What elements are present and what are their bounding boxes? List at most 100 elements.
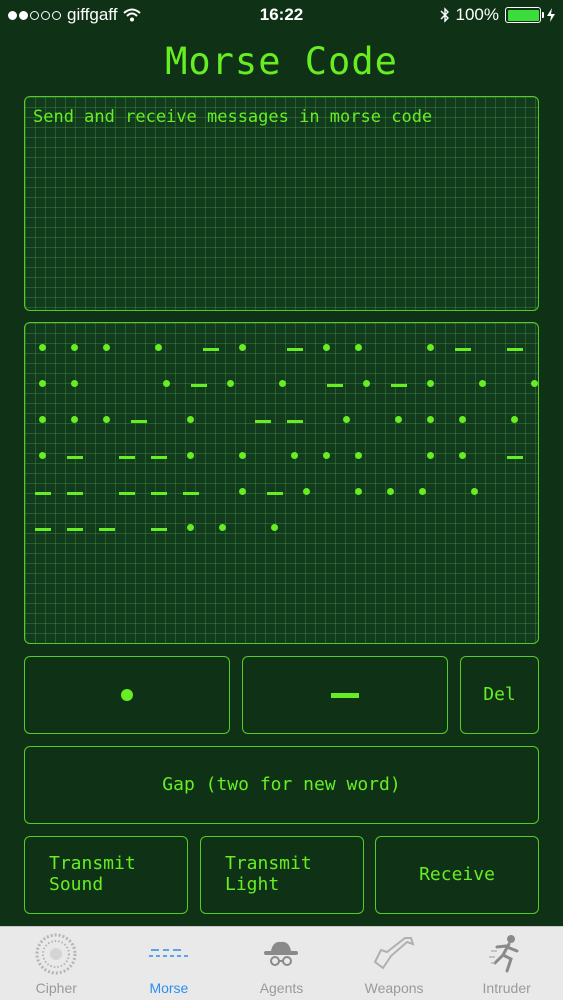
morse-dash — [131, 420, 147, 423]
dash-glyph-icon — [331, 692, 359, 698]
tab-label-intruder: Intruder — [482, 980, 531, 996]
morse-dot — [471, 488, 478, 495]
status-bar: giffgaff 16:22 100% — [0, 0, 563, 32]
morse-dot — [355, 488, 362, 495]
morse-dot — [71, 416, 78, 423]
status-right: 100% — [440, 5, 555, 25]
dot-glyph-icon — [121, 689, 133, 701]
morse-dot — [427, 416, 434, 423]
morse-dot — [303, 488, 310, 495]
morse-dash — [99, 528, 115, 531]
morse-dash — [67, 528, 83, 531]
tab-label-weapons: Weapons — [364, 980, 424, 996]
morse-dot — [187, 452, 194, 459]
spy-hat-icon — [258, 933, 304, 975]
morse-dot — [271, 524, 278, 531]
tab-weapons[interactable]: Weapons — [338, 927, 451, 1000]
tab-label-cipher: Cipher — [35, 980, 77, 996]
morse-dot — [459, 416, 466, 423]
morse-dot — [363, 380, 370, 387]
morse-dash — [119, 456, 135, 459]
morse-dash — [67, 492, 83, 495]
morse-dot — [71, 380, 78, 387]
morse-dot — [511, 416, 518, 423]
tab-label-morse: Morse — [149, 980, 189, 996]
delete-button[interactable]: Del — [460, 656, 539, 734]
morse-dot — [187, 524, 194, 531]
morse-dash — [327, 384, 343, 387]
morse-dot — [427, 380, 434, 387]
morse-dot — [227, 380, 234, 387]
message-panel[interactable]: Send and receive messages in morse code — [24, 96, 539, 311]
morse-dash — [507, 456, 523, 459]
morse-dot — [71, 344, 78, 351]
morse-dash — [287, 348, 303, 351]
morse-dot — [427, 452, 434, 459]
message-text: Send and receive messages in morse code — [33, 107, 433, 127]
transmit-light-label: Transmit Light — [225, 853, 312, 895]
charging-icon — [547, 8, 555, 22]
morse-dash — [267, 492, 283, 495]
receive-button[interactable]: Receive — [375, 836, 539, 914]
morse-dot — [323, 452, 330, 459]
page-title: Morse Code — [165, 40, 398, 83]
morse-icon — [146, 933, 192, 975]
morse-dash — [151, 492, 167, 495]
morse-dash — [455, 348, 471, 351]
morse-dot — [479, 380, 486, 387]
morse-dot — [323, 344, 330, 351]
morse-dot — [395, 416, 402, 423]
transmit-sound-label: Transmit Sound — [49, 853, 136, 895]
morse-dot — [239, 344, 246, 351]
tab-label-agents: Agents — [259, 980, 304, 996]
morse-dash — [255, 420, 271, 423]
gap-button[interactable]: Gap (two for new word) — [24, 746, 539, 824]
transmit-sound-button[interactable]: Transmit Sound — [24, 836, 188, 914]
morse-display — [24, 322, 539, 644]
morse-dash — [151, 456, 167, 459]
morse-dot — [103, 416, 110, 423]
tab-cipher[interactable]: Cipher — [0, 927, 113, 1000]
morse-dot — [39, 416, 46, 423]
bluetooth-icon — [440, 7, 449, 23]
pistol-icon — [371, 933, 417, 975]
morse-dash — [35, 492, 51, 495]
morse-dash — [191, 384, 207, 387]
morse-dot — [427, 344, 434, 351]
tab-bar: Cipher Morse Agents Weapons Intruder — [0, 926, 563, 1000]
morse-dash — [391, 384, 407, 387]
morse-dot — [219, 524, 226, 531]
morse-dot — [103, 344, 110, 351]
battery-percent: 100% — [455, 5, 499, 24]
morse-dot — [39, 344, 46, 351]
dash-button[interactable] — [242, 656, 448, 734]
morse-dot — [187, 416, 194, 423]
transmit-light-button[interactable]: Transmit Light — [200, 836, 364, 914]
morse-dot — [39, 380, 46, 387]
morse-dot — [279, 380, 286, 387]
tab-morse[interactable]: Morse — [113, 927, 226, 1000]
battery-icon — [505, 7, 544, 23]
morse-dot — [163, 380, 170, 387]
morse-dash — [151, 528, 167, 531]
morse-dash — [67, 456, 83, 459]
morse-dot — [39, 452, 46, 459]
morse-dot — [239, 452, 246, 459]
morse-dot — [291, 452, 298, 459]
morse-dot — [355, 344, 362, 351]
morse-dot — [155, 344, 162, 351]
morse-dot — [239, 488, 246, 495]
morse-dot — [355, 452, 362, 459]
morse-dash — [119, 492, 135, 495]
tab-intruder[interactable]: Intruder — [450, 927, 563, 1000]
tab-agents[interactable]: Agents — [225, 927, 338, 1000]
morse-dash — [507, 348, 523, 351]
morse-dot — [531, 380, 538, 387]
morse-dash — [35, 528, 51, 531]
morse-dot — [419, 488, 426, 495]
morse-dash — [287, 420, 303, 423]
morse-dot — [459, 452, 466, 459]
morse-dash — [183, 492, 199, 495]
morse-dash — [203, 348, 219, 351]
dot-button[interactable] — [24, 656, 230, 734]
